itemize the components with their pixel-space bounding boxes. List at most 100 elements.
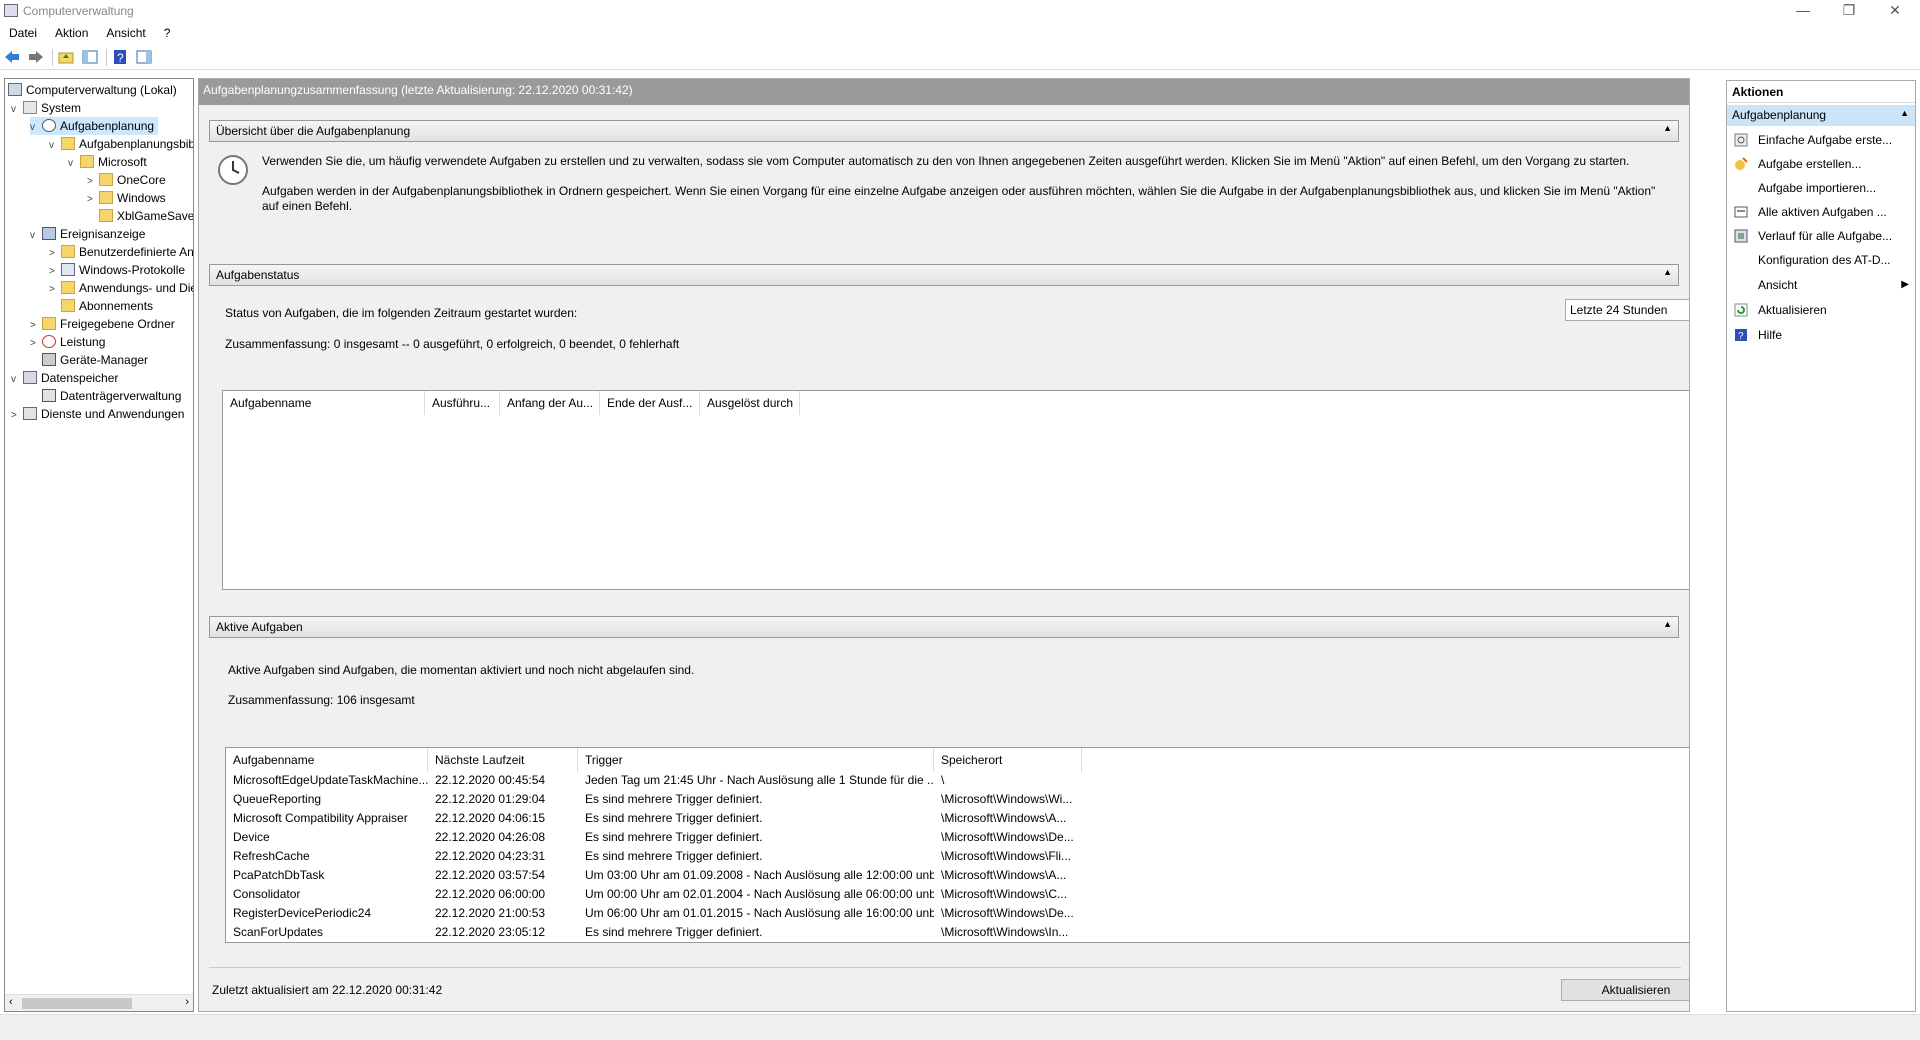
column-header-ende[interactable]: Ende der Ausf... xyxy=(600,391,700,415)
toolbar-separator xyxy=(106,49,107,66)
table-row[interactable]: ScanForUpdates xyxy=(226,923,428,942)
folder-icon xyxy=(99,173,113,186)
active-task-list[interactable]: Aufgabenname Nächste Laufzeit Trigger Sp… xyxy=(225,747,1689,943)
menu-help[interactable]: ? xyxy=(155,23,180,40)
close-button[interactable]: ✕ xyxy=(1872,0,1918,22)
column-header-naechste-laufzeit[interactable]: Nächste Laufzeit xyxy=(428,748,578,772)
table-row[interactable]: Device xyxy=(226,828,428,847)
action-hilfe[interactable]: ? Hilfe xyxy=(1727,323,1915,347)
expand-icon[interactable]: v xyxy=(11,371,23,389)
column-header-speicherort[interactable]: Speicherort xyxy=(934,748,1082,772)
scroll-right-icon[interactable]: › xyxy=(185,996,189,1008)
overview-section-header[interactable]: Übersicht über die Aufgabenplanung ▲ xyxy=(209,120,1679,142)
table-row[interactable]: QueueReporting xyxy=(226,790,428,809)
scroll-left-icon[interactable]: ‹ xyxy=(9,996,13,1008)
expand-icon[interactable]: > xyxy=(11,407,23,425)
table-cell: Es sind mehrere Trigger definiert. xyxy=(585,925,763,939)
show-hide-tree-icon[interactable] xyxy=(82,49,98,65)
table-cell: 22.12.2020 04:26:08 xyxy=(435,830,546,844)
tree-item-windows[interactable]: > Windows xyxy=(87,189,166,207)
table-cell: 22.12.2020 23:05:12 xyxy=(435,925,546,939)
tree-item-geraete-manager[interactable]: Geräte-Manager xyxy=(30,351,148,369)
help-icon[interactable]: ? xyxy=(112,49,128,65)
tree-item-leistung[interactable]: > Leistung xyxy=(30,333,105,351)
table-row[interactable]: RefreshCache xyxy=(226,847,428,866)
column-header-aufgabenname[interactable]: Aufgabenname xyxy=(226,748,428,772)
maximize-button[interactable]: ❐ xyxy=(1826,0,1872,22)
tree-item-freigegebene-ordner[interactable]: > Freigegebene Ordner xyxy=(30,315,175,333)
expand-icon[interactable]: v xyxy=(49,137,61,155)
active-description: Aktive Aufgaben sind Aufgaben, die momen… xyxy=(228,663,695,677)
tree-item-benutzerdefinierte-ansichten[interactable]: >Benutzerdefinierte Ansichten xyxy=(49,243,193,261)
computer-management-icon xyxy=(8,83,22,96)
shared-folder-icon xyxy=(42,317,56,330)
tree-item-datentraegerverwaltung[interactable]: Datenträgerverwaltung xyxy=(30,387,181,405)
tree-item-windows-protokolle[interactable]: > Windows-Protokolle xyxy=(49,261,185,279)
tree-item-xblgamesave[interactable]: XblGameSave xyxy=(87,207,193,225)
active-section-header[interactable]: Aktive Aufgaben ▲ xyxy=(209,616,1679,638)
console-tree: Computerverwaltung (Lokal) v System v Aufg… xyxy=(4,78,194,1012)
action-aufgabe-erstellen[interactable]: Aufgabe erstellen... xyxy=(1727,152,1915,176)
overview-paragraph-1: Verwenden Sie die, um häufig verwendete … xyxy=(262,154,1630,168)
tree-item-dienste-und-anwendungen[interactable]: > Dienste und Anwendungen xyxy=(11,405,184,423)
tree-item-microsoft[interactable]: v Microsoft xyxy=(68,153,147,171)
minimize-button[interactable]: — xyxy=(1780,0,1826,22)
collapse-icon[interactable]: ▲ xyxy=(1663,267,1672,277)
actions-section-aufgabenplanung[interactable]: Aufgabenplanung ▲ xyxy=(1727,105,1915,126)
tree-item-onecore[interactable]: > OneCore xyxy=(87,171,166,189)
collapse-icon[interactable]: ▲ xyxy=(1663,619,1672,629)
refresh-button[interactable]: Aktualisieren xyxy=(1561,979,1689,1001)
table-cell: Um 06:00 Uhr am 01.01.2015 - Nach Auslös… xyxy=(585,906,934,920)
tree-item-datenspeicher[interactable]: v Datenspeicher xyxy=(11,369,118,387)
forward-arrow-icon[interactable] xyxy=(28,49,44,65)
column-header-ausfuehrung[interactable]: Ausführu... xyxy=(425,391,500,415)
menu-datei[interactable]: Datei xyxy=(0,23,46,40)
expand-icon[interactable]: v xyxy=(11,101,23,119)
back-arrow-icon[interactable] xyxy=(4,49,20,65)
expand-icon[interactable]: v xyxy=(30,119,42,137)
collapse-icon[interactable]: ▲ xyxy=(1900,108,1909,118)
menu-ansicht[interactable]: Ansicht xyxy=(97,23,154,40)
tree-item-computerverwaltung[interactable]: Computerverwaltung (Lokal) xyxy=(8,81,177,99)
table-row[interactable]: RegisterDevicePeriodic24 xyxy=(226,904,428,923)
horizontal-scrollbar[interactable]: ‹ › xyxy=(5,994,193,1011)
action-ansicht[interactable]: Ansicht ▶ xyxy=(1727,273,1915,297)
table-cell: Es sind mehrere Trigger definiert. xyxy=(585,849,763,863)
column-header-anfang[interactable]: Anfang der Au... xyxy=(500,391,600,415)
summary-header: Aufgabenplanungzusammenfassung (letzte A… xyxy=(199,79,1689,105)
action-verlauf[interactable]: Verlauf für alle Aufgabe... xyxy=(1727,224,1915,248)
tree-item-system[interactable]: v System xyxy=(11,99,81,117)
period-dropdown[interactable]: Letzte 24 Stunden⌵ xyxy=(1565,299,1689,321)
status-task-list[interactable]: Aufgabenname Ausführu... Anfang der Au..… xyxy=(222,390,1689,590)
expand-icon[interactable]: v xyxy=(30,227,42,245)
table-row[interactable]: PcaPatchDbTask xyxy=(226,866,428,885)
tree-item-ereignisanzeige[interactable]: v Ereignisanzeige xyxy=(30,225,145,243)
action-alle-aktiven-aufgaben[interactable]: Alle aktiven Aufgaben ... xyxy=(1727,200,1915,224)
app-icon xyxy=(4,4,18,17)
tree-item-aufgabenplanungsbibliothek[interactable]: vAufgabenplanungsbibliothek xyxy=(49,135,193,155)
action-aktualisieren[interactable]: Aktualisieren xyxy=(1727,298,1915,322)
scroll-thumb[interactable] xyxy=(22,998,132,1009)
table-row[interactable]: Consolidator xyxy=(226,885,428,904)
action-pane-icon[interactable] xyxy=(136,49,152,65)
table-cell: 22.12.2020 04:23:31 xyxy=(435,849,546,863)
status-section-header[interactable]: Aufgabenstatus ▲ xyxy=(209,264,1679,286)
action-aufgabe-importieren[interactable]: Aufgabe importieren... xyxy=(1727,176,1915,200)
basic-task-icon xyxy=(1734,133,1748,147)
tree-item-abonnements[interactable]: Abonnements xyxy=(49,297,153,315)
table-row[interactable]: MicrosoftEdgeUpdateTaskMachine... xyxy=(226,771,428,790)
tree-item-aufgabenplanung[interactable]: v Aufgabenplanung xyxy=(30,117,159,137)
column-header-trigger[interactable]: Trigger xyxy=(578,748,934,772)
folder-icon xyxy=(61,245,75,258)
collapse-icon[interactable]: ▲ xyxy=(1663,123,1672,133)
table-row[interactable]: Microsoft Compatibility Appraiser xyxy=(226,809,428,828)
tree-item-anwendungs-und-dienstprotokolle[interactable]: >Anwendungs- und Dienstprotokolle xyxy=(49,279,193,297)
expand-icon[interactable]: v xyxy=(68,155,80,173)
action-einfache-aufgabe[interactable]: Einfache Aufgabe erste... xyxy=(1727,128,1915,152)
column-header-aufgabenname[interactable]: Aufgabenname xyxy=(223,391,425,415)
menu-aktion[interactable]: Aktion xyxy=(46,23,97,40)
up-folder-icon[interactable] xyxy=(58,49,74,65)
performance-icon xyxy=(42,335,56,348)
action-at-dienst-konfiguration[interactable]: Konfiguration des AT-D... xyxy=(1727,248,1915,272)
column-header-ausgeloest[interactable]: Ausgelöst durch xyxy=(700,391,800,415)
